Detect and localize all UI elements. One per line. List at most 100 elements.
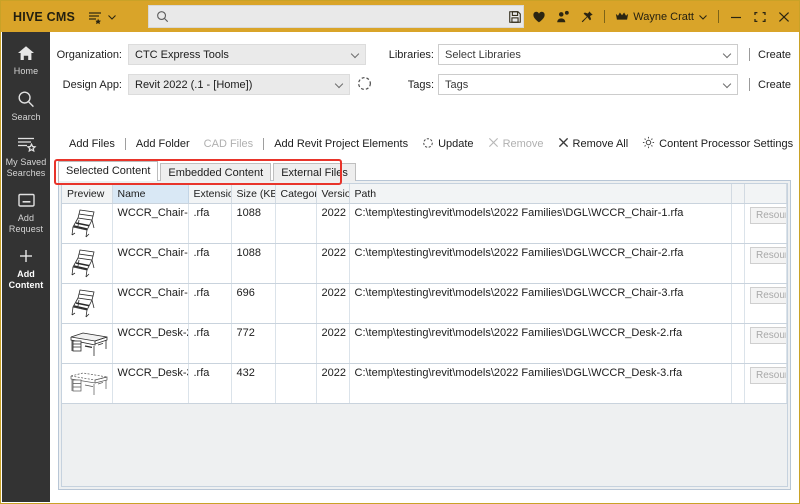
size-cell: 696	[231, 283, 276, 324]
chevron-down-icon[interactable]	[107, 12, 117, 22]
organization-label: Organization:	[56, 49, 122, 61]
version-cell: 2022	[316, 243, 350, 284]
path-cell: C:\temp\testing\revit\models\2022 Famili…	[349, 323, 732, 364]
close-icon[interactable]	[777, 11, 791, 23]
path-cell: C:\temp\testing\revit\models\2022 Famili…	[349, 363, 732, 404]
maximize-icon[interactable]	[753, 11, 767, 23]
column-header-preview[interactable]: Preview	[62, 184, 113, 204]
sidebar-item-label: Home	[13, 66, 39, 76]
column-header-size[interactable]: Size (KB)	[231, 184, 276, 204]
content-grid-scroll-area[interactable]: Preview Name Extension Size (KB) Categor…	[61, 183, 788, 487]
sidebar-item-add-request[interactable]: Add Request	[2, 185, 50, 241]
name-cell: WCCR_Chair-3.rfa	[112, 283, 189, 324]
organization-select[interactable]: CTC Express Tools	[128, 44, 366, 65]
sidebar-item-add-content[interactable]: Add Content	[2, 241, 50, 297]
main-content: Organization: CTC Express Tools Design A…	[50, 32, 798, 502]
home-icon	[2, 44, 50, 64]
content-processor-settings-button[interactable]: Content Processor Settings	[635, 136, 800, 152]
main-menu-group[interactable]	[87, 9, 117, 25]
resources-button: Resources	[750, 207, 786, 224]
design-app-select[interactable]: Revit 2022 (.1 - [Home])	[128, 74, 350, 95]
column-header-category[interactable]: Category	[275, 184, 317, 204]
global-search-box[interactable]	[148, 5, 524, 28]
tab-external-files[interactable]: External Files	[273, 163, 356, 181]
version-cell: 2022	[316, 203, 350, 244]
create-tag-link[interactable]: Create	[758, 79, 791, 91]
divider	[749, 78, 750, 91]
category-cell	[275, 283, 317, 324]
spacer-cell	[731, 243, 745, 284]
add-revit-project-elements-button[interactable]: Add Revit Project Elements	[267, 138, 415, 150]
update-button[interactable]: Update	[415, 137, 480, 152]
resources-button: Resources	[750, 247, 786, 264]
tags-select[interactable]: Tags	[438, 74, 738, 95]
add-files-button[interactable]: Add Files	[62, 138, 122, 150]
sidebar-item-home[interactable]: Home	[2, 38, 50, 84]
chevron-down-icon[interactable]	[336, 80, 345, 89]
save-icon[interactable]	[508, 10, 522, 24]
preview-cell	[62, 203, 113, 244]
table-row[interactable]: WCCR_Chair-3.rfa .rfa 696 2022 C:\temp\t…	[62, 283, 787, 324]
name-cell: WCCR_Desk-3.rfa	[112, 363, 189, 404]
create-library-link[interactable]: Create	[758, 49, 791, 61]
resources-cell: Resources	[744, 363, 787, 404]
sidebar-item-label: Search	[11, 111, 41, 122]
resources-button: Resources	[750, 367, 786, 384]
chevron-down-icon[interactable]	[698, 12, 708, 22]
sidebar-item-search[interactable]: Search	[2, 84, 50, 130]
add-revit-project-elements-label: Add Revit Project Elements	[274, 138, 409, 150]
chevron-down-icon[interactable]	[724, 50, 733, 59]
column-header-version[interactable]: Version	[316, 184, 350, 204]
minimize-icon[interactable]	[729, 11, 743, 23]
chevron-down-icon[interactable]	[724, 80, 733, 89]
update-label: Update	[438, 138, 474, 150]
remove-all-label: Remove All	[572, 138, 629, 150]
favorite-heart-icon[interactable]	[532, 10, 546, 24]
extension-cell: .rfa	[188, 363, 232, 404]
add-folder-button[interactable]: Add Folder	[129, 138, 197, 150]
chair-thumb-icon	[71, 289, 95, 318]
preview-cell	[62, 363, 113, 404]
pin-icon[interactable]	[580, 10, 594, 24]
search-input[interactable]	[175, 9, 509, 24]
table-row[interactable]: WCCR_Desk-3.rfa .rfa 432 2022 C:\temp\te…	[62, 363, 787, 404]
size-cell: 1088	[231, 243, 276, 284]
search-icon	[156, 10, 169, 23]
chair-thumb-icon	[71, 249, 95, 278]
size-cell: 432	[231, 363, 276, 404]
organization-value: CTC Express Tools	[135, 48, 229, 61]
user-menu[interactable]: Wayne Cratt	[615, 11, 708, 23]
table-header-row: Preview Name Extension Size (KB) Categor…	[62, 184, 787, 204]
resources-cell: Resources	[744, 323, 787, 364]
column-header-extension[interactable]: Extension	[188, 184, 232, 204]
category-cell	[275, 323, 317, 364]
tags-label: Tags:	[407, 79, 434, 91]
table-row[interactable]: WCCR_Chair-2.rfa .rfa 1088 2022 C:\temp\…	[62, 243, 787, 284]
libraries-select[interactable]: Select Libraries	[438, 44, 738, 65]
user-add-icon[interactable]	[556, 10, 570, 24]
tab-embedded-content[interactable]: Embedded Content	[160, 163, 272, 181]
design-app-label: Design App:	[62, 79, 122, 91]
table-row[interactable]: WCCR_Chair-1.rfa .rfa 1088 2022 C:\temp\…	[62, 203, 787, 244]
list-star-icon[interactable]	[87, 9, 103, 25]
column-header-actions	[744, 184, 787, 204]
category-cell	[275, 243, 317, 284]
table-row[interactable]: WCCR_Desk-2.rfa .rfa 772 2022 C:\temp\te…	[62, 323, 787, 364]
resources-cell: Resources	[744, 283, 787, 324]
libraries-value: Select Libraries	[445, 48, 521, 61]
remove-all-button[interactable]: Remove All	[551, 137, 636, 151]
cad-files-button: CAD Files	[197, 138, 261, 150]
resources-cell: Resources	[744, 203, 787, 244]
column-header-path[interactable]: Path	[349, 184, 732, 204]
remove-button: Remove	[481, 137, 551, 151]
sidebar-item-my-saved-searches[interactable]: My Saved Searches	[2, 129, 50, 185]
user-name-label: Wayne Cratt	[633, 10, 694, 23]
chevron-down-icon[interactable]	[352, 50, 361, 59]
column-header-name[interactable]: Name	[112, 184, 189, 204]
sidebar-item-label-2: Request	[8, 223, 44, 234]
spacer-cell	[731, 283, 745, 324]
divider	[749, 48, 750, 61]
category-cell	[275, 363, 317, 404]
spacer-cell	[731, 203, 745, 244]
tab-selected-content[interactable]: Selected Content	[58, 161, 159, 181]
